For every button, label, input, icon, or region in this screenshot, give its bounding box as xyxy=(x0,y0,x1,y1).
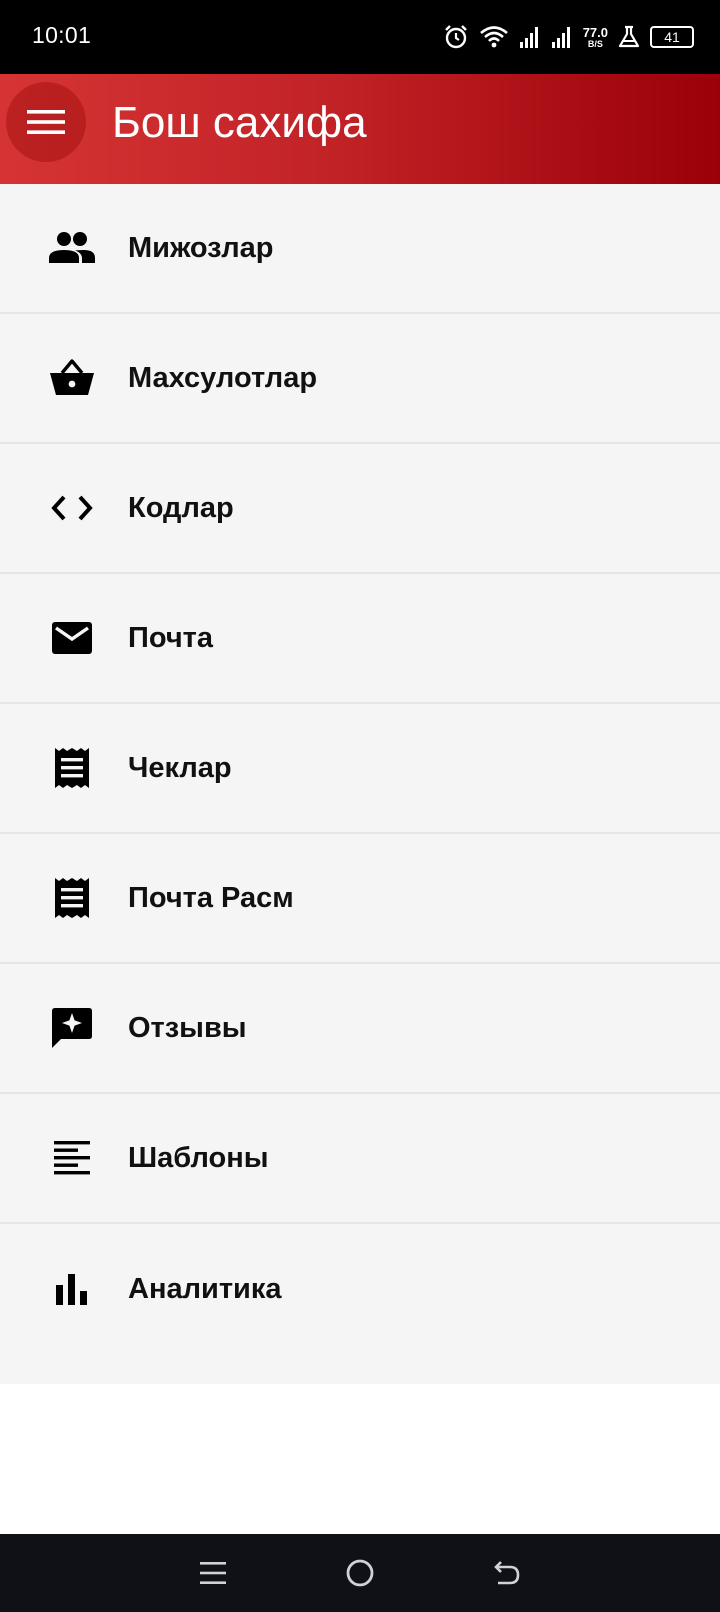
net-speed-value: 77.0 xyxy=(582,24,608,40)
app-bar: Бош сахифа xyxy=(0,74,720,184)
menu-item-label: Мижозлар xyxy=(128,231,274,264)
wifi-icon xyxy=(479,26,508,48)
menu-item-products[interactable]: Махсулотлар xyxy=(0,314,720,444)
status-time: 10:01 xyxy=(32,22,92,48)
home-circle-icon xyxy=(346,1559,374,1587)
signal-icon xyxy=(551,27,570,48)
back-button[interactable] xyxy=(487,1553,527,1593)
receipt-icon xyxy=(48,874,96,922)
menu-item-label: Кодлар xyxy=(128,491,234,524)
system-nav-bar xyxy=(0,1534,720,1612)
people-icon xyxy=(48,224,96,272)
recents-icon xyxy=(200,1562,227,1584)
receipt-icon xyxy=(48,744,96,792)
menu-item-label: Шаблоны xyxy=(128,1141,269,1174)
battery-indicator: 41 xyxy=(650,26,694,48)
mail-icon xyxy=(48,614,96,662)
menu-item-analytics[interactable]: Аналитика xyxy=(0,1224,720,1354)
menu-list: Мижозлар Махсулотлар Кодлар Почта Чеклар… xyxy=(0,184,720,1384)
menu-item-mail[interactable]: Почта xyxy=(0,574,720,704)
alarm-icon xyxy=(444,25,467,49)
battery-level: 41 xyxy=(664,29,680,45)
recents-button[interactable] xyxy=(193,1553,233,1593)
text-lines-icon xyxy=(48,1134,96,1182)
net-speed-unit: B/S xyxy=(587,38,603,49)
menu-item-label: Отзывы xyxy=(128,1011,247,1044)
bar-chart-icon xyxy=(48,1265,96,1313)
home-button[interactable] xyxy=(340,1553,380,1593)
flask-icon xyxy=(618,25,640,48)
page-title: Бош сахифа xyxy=(112,98,367,147)
menu-item-label: Почта Расм xyxy=(128,881,294,914)
menu-button[interactable] xyxy=(6,82,86,162)
menu-item-label: Аналитика xyxy=(128,1272,282,1305)
net-speed: 77.0 B/S xyxy=(583,26,608,49)
hamburger-menu-icon xyxy=(27,110,65,134)
signal-icon xyxy=(519,27,538,48)
basket-icon xyxy=(48,354,96,402)
menu-item-label: Махсулотлар xyxy=(128,361,318,394)
status-bar: 10:01 77.0 B/S 41 xyxy=(0,0,720,74)
menu-item-label: Чеклар xyxy=(128,751,232,784)
menu-item-label: Почта xyxy=(128,621,214,654)
menu-item-mail-picture[interactable]: Почта Расм xyxy=(0,834,720,964)
menu-item-clients[interactable]: Мижозлар xyxy=(0,184,720,314)
menu-item-reviews[interactable]: Отзывы xyxy=(0,964,720,1094)
back-arrow-icon xyxy=(493,1561,519,1585)
menu-item-codes[interactable]: Кодлар xyxy=(0,444,720,574)
code-icon xyxy=(48,484,96,532)
menu-item-templates[interactable]: Шаблоны xyxy=(0,1094,720,1224)
menu-item-receipts[interactable]: Чеклар xyxy=(0,704,720,834)
status-icons: 77.0 B/S 41 xyxy=(443,20,694,54)
review-icon xyxy=(48,1004,96,1052)
